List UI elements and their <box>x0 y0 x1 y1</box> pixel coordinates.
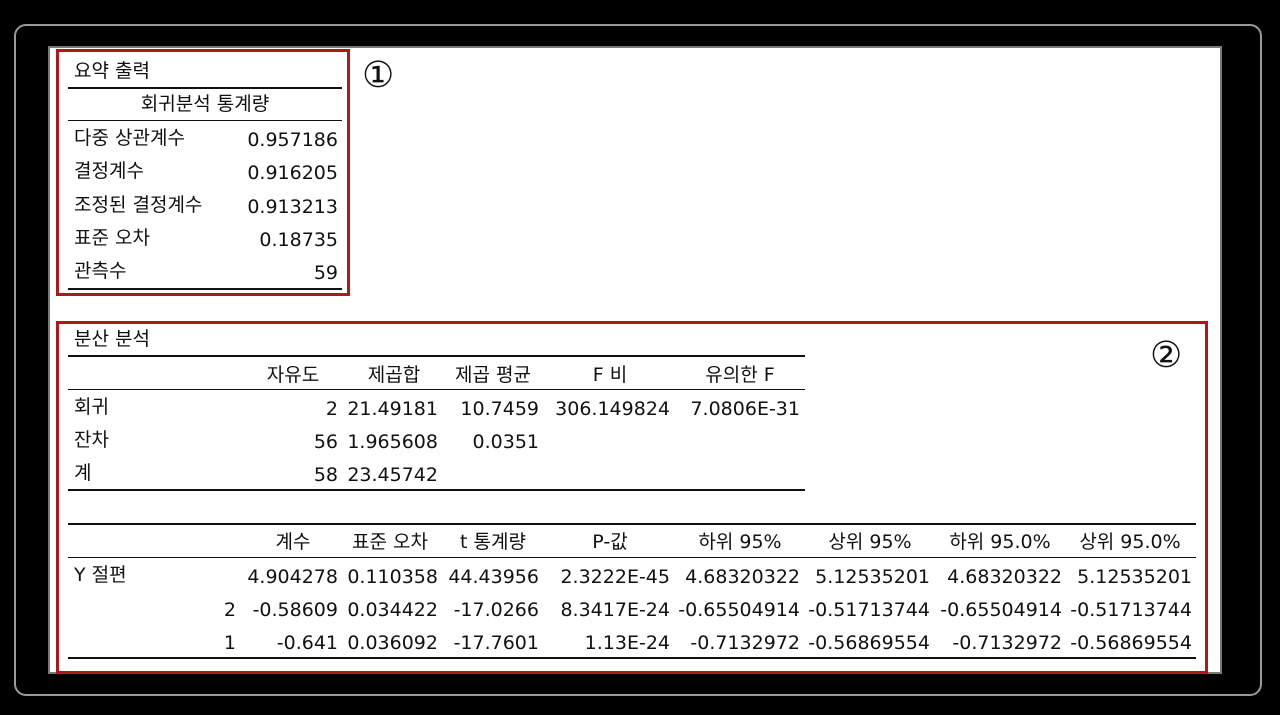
divider <box>68 120 342 121</box>
coef-cell: 4.904278 <box>247 566 338 588</box>
stat-label: 다중 상관계수 <box>74 127 185 149</box>
divider <box>68 523 1196 525</box>
coef-cell: 0.110358 <box>347 566 438 588</box>
anova-cell: 306.149824 <box>555 398 670 420</box>
coef-cell: -0.7132972 <box>952 632 1062 654</box>
coef-cell: -0.56869554 <box>808 632 930 654</box>
coef-cell: 0.036092 <box>347 632 438 654</box>
coef-row-label: 2 <box>223 599 236 621</box>
divider <box>68 657 1196 659</box>
anova-header: F 비 <box>592 364 628 386</box>
marker-1: ① <box>362 55 395 96</box>
coef-cell: -0.65504914 <box>678 599 800 621</box>
anova-cell: 21.49181 <box>347 398 438 420</box>
coef-cell: 44.43956 <box>448 566 539 588</box>
coef-header: P-값 <box>592 531 628 553</box>
stat-label: 표준 오차 <box>74 227 150 249</box>
coef-cell: -0.7132972 <box>690 632 800 654</box>
coef-cell: 1.13E-24 <box>584 632 670 654</box>
coef-cell: 2.3222E-45 <box>560 566 670 588</box>
anova-header: 제곱합 <box>367 364 421 386</box>
stat-label: 결정계수 <box>74 160 144 182</box>
coef-cell: 4.68320322 <box>947 566 1062 588</box>
anova-cell: 10.7459 <box>460 398 539 420</box>
divider <box>68 355 805 357</box>
coef-cell: -0.58609 <box>252 599 338 621</box>
anova-title: 분산 분석 <box>74 328 150 350</box>
coef-header: t 통계량 <box>460 531 526 553</box>
anova-row-label: 회귀 <box>74 396 109 418</box>
coef-cell: -0.641 <box>276 632 338 654</box>
divider <box>68 288 342 290</box>
coef-cell: 5.12535201 <box>1077 566 1192 588</box>
coef-row-label: Y 절편 <box>74 564 127 586</box>
anova-header: 제곱 평균 <box>455 364 531 386</box>
coef-cell: -0.65504914 <box>940 599 1062 621</box>
stat-label: 관측수 <box>74 260 127 282</box>
coef-header: 상위 95.0% <box>1079 531 1181 553</box>
regression-stats-header: 회귀분석 통계량 <box>140 93 270 115</box>
marker-2: ② <box>1150 335 1183 376</box>
anova-header: 유의한 F <box>705 364 775 386</box>
anova-cell: 0.0351 <box>472 431 539 453</box>
summary-title: 요약 출력 <box>74 60 150 82</box>
coef-cell: -0.51713744 <box>808 599 930 621</box>
coef-cell: 5.12535201 <box>815 566 930 588</box>
coef-cell: 4.68320322 <box>685 566 800 588</box>
coef-header: 표준 오차 <box>352 531 428 553</box>
anova-cell: 1.965608 <box>347 431 438 453</box>
anova-cell: 56 <box>313 431 338 453</box>
stat-value: 0.913213 <box>247 196 338 218</box>
coef-cell: -17.0266 <box>453 599 539 621</box>
divider <box>68 389 805 390</box>
coef-cell: 0.034422 <box>347 599 438 621</box>
anova-row-label: 계 <box>74 462 92 484</box>
coef-header: 하위 95.0% <box>949 531 1051 553</box>
divider <box>68 87 342 89</box>
coef-cell: 8.3417E-24 <box>560 599 670 621</box>
stat-label: 조정된 결정계수 <box>74 194 203 216</box>
anova-row-label: 잔차 <box>74 429 109 451</box>
coef-header: 상위 95% <box>828 531 912 553</box>
anova-header: 자유도 <box>266 364 320 386</box>
coef-cell: -0.56869554 <box>1070 632 1192 654</box>
anova-cell: 2 <box>325 398 338 420</box>
anova-cell: 23.45742 <box>347 464 438 486</box>
anova-cell: 7.0806E-31 <box>690 398 800 420</box>
divider <box>68 557 1196 558</box>
stat-value: 0.916205 <box>247 162 338 184</box>
divider <box>68 489 805 491</box>
stat-value: 59 <box>313 262 338 284</box>
stat-value: 0.957186 <box>247 129 338 151</box>
coef-row-label: 1 <box>223 632 236 654</box>
stat-value: 0.18735 <box>259 229 338 251</box>
coef-header: 계수 <box>275 531 311 553</box>
coef-cell: -17.7601 <box>453 632 539 654</box>
coef-cell: -0.51713744 <box>1070 599 1192 621</box>
anova-cell: 58 <box>313 464 338 486</box>
coef-header: 하위 95% <box>698 531 782 553</box>
